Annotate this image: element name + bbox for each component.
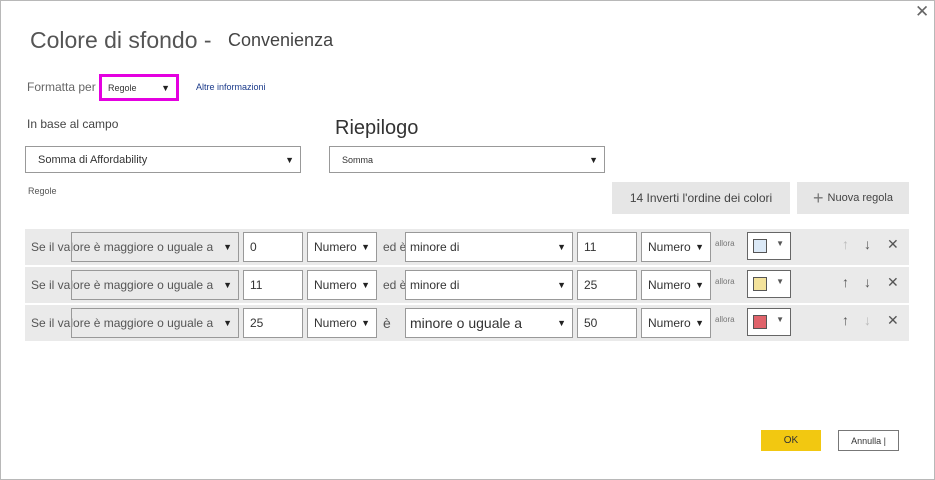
chevron-down-icon: ▼: [776, 315, 784, 324]
rule-min-value: 25: [250, 316, 264, 330]
move-down-icon[interactable]: ↓: [864, 275, 871, 289]
chevron-down-icon: ▼: [285, 154, 294, 165]
chevron-down-icon: ▼: [361, 242, 370, 252]
rule-operator-dropdown[interactable]: ▼: [71, 270, 239, 300]
rule-connector: è: [383, 315, 391, 331]
format-by-dropdown[interactable]: Regole ▼: [99, 74, 179, 101]
rule-second-operator-value: minore di: [410, 278, 460, 292]
rule-max-type-value: Numero: [648, 316, 691, 330]
delete-rule-icon[interactable]: ✕: [887, 237, 899, 251]
rule-second-operator-dropdown[interactable]: minore o uguale a ▼: [405, 308, 573, 338]
rule-second-operator-value: minore o uguale a: [410, 315, 523, 331]
delete-rule-icon[interactable]: ✕: [887, 313, 899, 327]
rule-max-type-dropdown[interactable]: Numero ▼: [641, 232, 711, 262]
format-by-value: Regole: [108, 82, 137, 93]
rule-max-value-input[interactable]: 50: [577, 308, 637, 338]
close-icon[interactable]: ✕: [915, 2, 929, 22]
rules-label: Regole: [28, 186, 57, 196]
chevron-down-icon: ▼: [557, 280, 566, 290]
move-up-icon[interactable]: ↑: [842, 275, 849, 289]
rule-second-operator-dropdown[interactable]: minore di ▼: [405, 232, 573, 262]
move-up-icon[interactable]: ↑: [842, 237, 849, 251]
delete-rule-icon[interactable]: ✕: [887, 275, 899, 289]
reverse-colors-label: 14 Inverti l'ordine dei colori: [629, 191, 773, 205]
reverse-colors-button[interactable]: 14 Inverti l'ordine dei colori: [612, 182, 790, 214]
rule-color-picker[interactable]: ▼: [747, 308, 791, 336]
move-down-icon[interactable]: ↓: [864, 313, 871, 327]
chevron-down-icon: ▼: [361, 280, 370, 290]
rule-min-value: 0: [250, 240, 257, 254]
chevron-down-icon: ▼: [695, 280, 704, 290]
color-swatch: [753, 277, 767, 291]
rule-min-type-value: Numero: [314, 278, 357, 292]
chevron-down-icon: ▼: [557, 242, 566, 252]
rule-max-type-dropdown[interactable]: Numero ▼: [641, 308, 711, 338]
rule-min-type-value: Numero: [314, 240, 357, 254]
chevron-down-icon: ▼: [161, 82, 170, 93]
new-rule-button[interactable]: + Nuova regola: [797, 182, 909, 214]
rule-color-picker[interactable]: ▼: [747, 232, 791, 260]
chevron-down-icon: ▼: [776, 277, 784, 286]
plus-icon: +: [813, 187, 824, 208]
chevron-down-icon: ▼: [361, 318, 370, 328]
color-swatch: [753, 315, 767, 329]
rule-operator-dropdown[interactable]: ▼: [71, 232, 239, 262]
chevron-down-icon: ▼: [695, 318, 704, 328]
rule-min-value-input[interactable]: 11: [243, 270, 303, 300]
rule-connector: ed è: [383, 240, 407, 254]
based-on-field-label: In base al campo: [27, 117, 119, 131]
chevron-down-icon: ▼: [589, 154, 598, 165]
rule-connector: ed è: [383, 278, 407, 292]
rule-min-value-input[interactable]: 0: [243, 232, 303, 262]
rule-row: Se il valore è maggiore o uguale a ▼ 25 …: [25, 305, 909, 341]
rule-max-value-input[interactable]: 11: [577, 232, 637, 262]
based-on-field-value: Somma di Affordability: [38, 153, 148, 166]
rule-then-label: allora: [715, 239, 735, 248]
dialog-subtitle: Convenienza: [228, 30, 334, 50]
ok-button[interactable]: OK: [761, 430, 821, 451]
rule-min-type-dropdown[interactable]: Numero ▼: [307, 308, 377, 338]
chevron-down-icon: ▼: [223, 242, 232, 252]
chevron-down-icon: ▼: [695, 242, 704, 252]
rule-min-type-dropdown[interactable]: Numero ▼: [307, 232, 377, 262]
summary-dropdown[interactable]: Somma ▼: [329, 146, 605, 173]
dialog-title: Colore di sfondo -: [30, 27, 212, 53]
rule-color-picker[interactable]: ▼: [747, 270, 791, 298]
rule-then-label: allora: [715, 277, 735, 286]
rule-second-operator-dropdown[interactable]: minore di ▼: [405, 270, 573, 300]
rule-min-value: 11: [250, 278, 263, 292]
move-up-icon[interactable]: ↑: [842, 313, 849, 327]
rule-min-value-input[interactable]: 25: [243, 308, 303, 338]
rule-row: Se il valore è maggiore o uguale a ▼ 0 N…: [25, 229, 909, 265]
chevron-down-icon: ▼: [776, 239, 784, 248]
rule-max-value: 25: [584, 278, 598, 292]
summary-value: Somma: [342, 154, 374, 165]
summary-label: Riepilogo: [335, 117, 419, 139]
rule-second-operator-value: minore di: [410, 240, 460, 254]
rule-max-value: 11: [584, 240, 597, 254]
rule-max-type-dropdown[interactable]: Numero ▼: [641, 270, 711, 300]
move-down-icon[interactable]: ↓: [864, 237, 871, 251]
rule-max-type-value: Numero: [648, 240, 691, 254]
format-by-label: Formatta per: [27, 80, 96, 94]
new-rule-label: Nuova regola: [827, 192, 893, 204]
rule-min-type-value: Numero: [314, 316, 357, 330]
chevron-down-icon: ▼: [223, 318, 232, 328]
rule-row: Se il valore è maggiore o uguale a ▼ 11 …: [25, 267, 909, 303]
cancel-button[interactable]: Annulla |: [838, 430, 899, 451]
color-swatch: [753, 239, 767, 253]
rule-max-value: 50: [584, 316, 598, 330]
based-on-field-dropdown[interactable]: Somma di Affordability ▼: [25, 146, 301, 173]
rule-max-value-input[interactable]: 25: [577, 270, 637, 300]
rule-max-type-value: Numero: [648, 278, 691, 292]
rule-then-label: allora: [715, 315, 735, 324]
rule-operator-dropdown[interactable]: ▼: [71, 308, 239, 338]
chevron-down-icon: ▼: [223, 280, 232, 290]
learn-more-link[interactable]: Altre informazioni: [196, 82, 266, 92]
rule-min-type-dropdown[interactable]: Numero ▼: [307, 270, 377, 300]
chevron-down-icon: ▼: [557, 318, 566, 328]
